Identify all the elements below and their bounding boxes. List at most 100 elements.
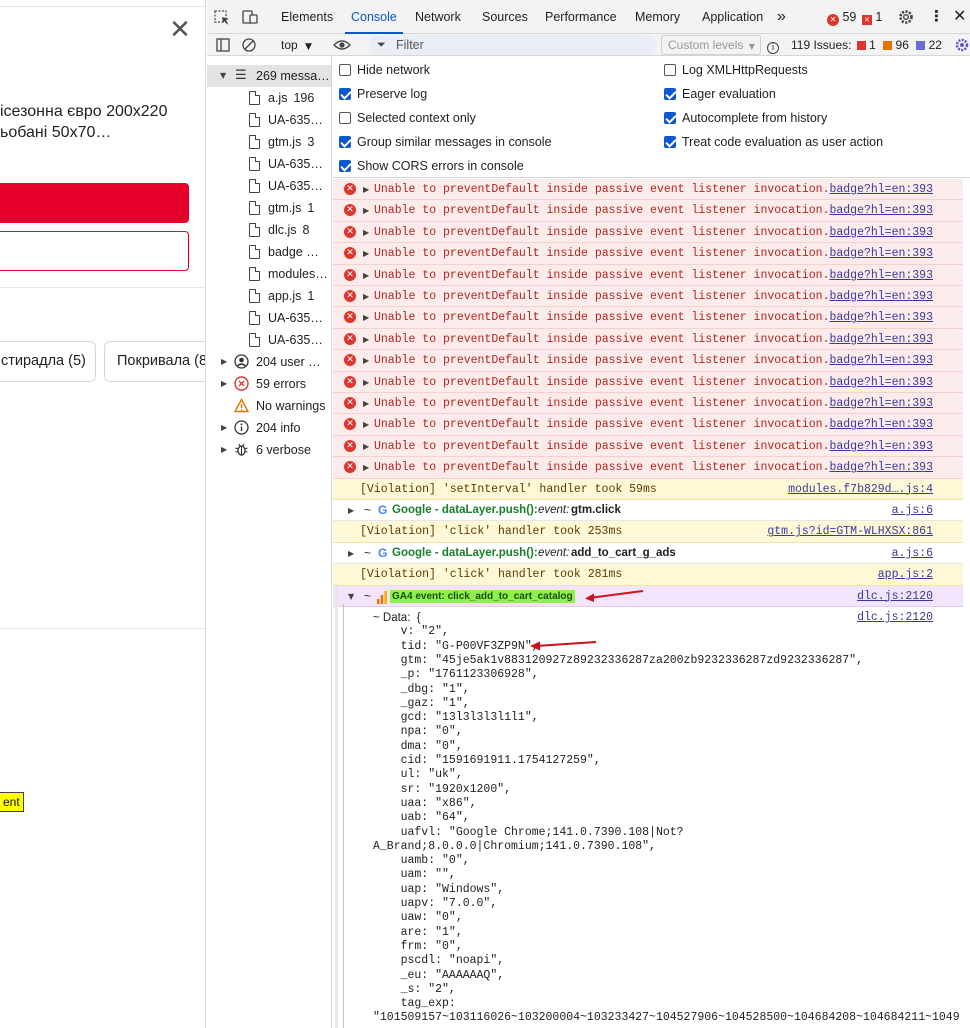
message-source-link[interactable]: badge?hl=en:393 <box>829 436 933 457</box>
close-icon[interactable]: ✕ <box>168 17 192 43</box>
console-error-row[interactable]: ✕ ▶ Unable to preventDefault inside passiv… <box>333 371 963 393</box>
sidebar-item-file[interactable]: UA-635… <box>207 307 331 329</box>
data-object-header[interactable]: ~ Data: { <box>373 611 421 625</box>
checkbox[interactable] <box>339 160 351 172</box>
message-source-link[interactable]: dlc.js:2120 <box>857 611 933 625</box>
expand-arrow-icon[interactable]: ▶ <box>363 372 369 393</box>
sidebar-item-file[interactable]: UA-635… <box>207 175 331 197</box>
message-source-link[interactable]: badge?hl=en:393 <box>829 200 933 221</box>
expand-arrow-icon[interactable]: ▶ <box>221 373 227 395</box>
checkbox[interactable] <box>339 64 351 76</box>
sidebar-item-file[interactable]: badge … <box>207 241 331 263</box>
console-error-row[interactable]: ✕ ▶ Unable to preventDefault inside passiv… <box>333 243 963 265</box>
message-source-link[interactable]: app.js:2 <box>878 564 933 585</box>
console-error-row[interactable]: ✕ ▶ Unable to preventDefault inside passiv… <box>333 414 963 436</box>
kebab-menu-icon[interactable]: ⋮ <box>929 0 944 34</box>
issues-counter[interactable]: 119 Issues: 1 96 22 <box>791 34 942 56</box>
sidebar-item-errors[interactable]: ▶ 59 errors <box>207 373 331 395</box>
log-levels-dropdown[interactable]: Custom levels ▼ <box>661 35 761 55</box>
message-source-link[interactable]: badge?hl=en:393 <box>829 307 933 328</box>
console-group-row[interactable]: ▶ ~ G Google - dataLayer.push(): event: add_t… <box>333 542 963 565</box>
checkbox[interactable] <box>664 112 676 124</box>
expand-arrow-icon[interactable]: ▶ <box>363 414 369 435</box>
expand-arrow-icon[interactable]: ▶ <box>221 351 227 373</box>
inspect-element-icon[interactable] <box>213 0 231 34</box>
add-to-cart-button[interactable] <box>0 183 189 223</box>
expand-arrow-icon[interactable]: ▶ <box>221 439 227 461</box>
console-group-row[interactable]: ▶ ~ G Google - dataLayer.push(): event: gtm.c… <box>333 500 963 522</box>
clear-console-icon[interactable] <box>241 34 257 56</box>
sidebar-item-file[interactable]: dlc.js 8 <box>207 219 331 241</box>
sidebar-item-file[interactable]: app.js 1 <box>207 285 331 307</box>
sidebar-item-info[interactable]: ▶ 204 info <box>207 417 331 439</box>
tab-application[interactable]: Application <box>702 0 763 34</box>
sidebar-toggle-icon[interactable] <box>215 34 231 56</box>
console-error-row[interactable]: ✕ ▶ Unable to preventDefault inside passiv… <box>333 200 963 222</box>
sidebar-item-verbose[interactable]: ▶ 6 verbose <box>207 439 331 461</box>
message-source-link[interactable]: badge?hl=en:393 <box>829 414 933 435</box>
sidebar-item-file[interactable]: gtm.js 1 <box>207 197 331 219</box>
message-source-link[interactable]: badge?hl=en:393 <box>829 243 933 264</box>
message-source-link[interactable]: badge?hl=en:393 <box>829 457 933 478</box>
console-error-row[interactable]: ✕ ▶ Unable to preventDefault inside passiv… <box>333 457 963 479</box>
message-source-link[interactable]: a.js:6 <box>892 500 933 521</box>
message-source-link[interactable]: a.js:6 <box>892 543 933 564</box>
console-ga4-row[interactable]: ▼ ~ GA4 event: click_add_to_cart_catalog dl… <box>333 585 963 607</box>
expand-arrow-icon[interactable]: ▶ <box>363 200 369 221</box>
console-error-row[interactable]: ✕ ▶ Unable to preventDefault inside passiv… <box>333 393 963 415</box>
expand-arrow-icon[interactable]: ▶ <box>363 243 369 264</box>
expand-arrow-icon[interactable]: ▶ <box>348 500 354 521</box>
expand-arrow-icon[interactable]: ▼ <box>220 65 226 87</box>
live-expression-eye-icon[interactable] <box>332 34 352 56</box>
console-settings-gear-icon[interactable] <box>954 34 970 56</box>
tab-network[interactable]: Network <box>415 0 461 34</box>
message-source-link[interactable]: badge?hl=en:393 <box>829 372 933 393</box>
message-source-link[interactable]: modules.f7b829d….js:4 <box>788 479 933 500</box>
console-violation-row[interactable]: [Violation] 'click' handler took 253ms gt… <box>333 521 963 543</box>
expand-arrow-icon[interactable]: ▶ <box>363 265 369 286</box>
tab-console[interactable]: Console <box>345 0 403 34</box>
info-icon[interactable]: i <box>767 34 779 56</box>
settings-gear-icon[interactable] <box>897 0 915 34</box>
checkbox[interactable] <box>664 136 676 148</box>
console-error-row[interactable]: ✕ ▶ Unable to preventDefault inside passiv… <box>333 350 963 372</box>
message-source-link[interactable]: badge?hl=en:393 <box>829 286 933 307</box>
checkbox[interactable] <box>664 88 676 100</box>
device-toolbar-icon[interactable] <box>240 0 260 34</box>
context-selector[interactable]: top ▼ <box>281 34 312 56</box>
console-error-row[interactable]: ✕ ▶ Unable to preventDefault inside passiv… <box>333 179 963 201</box>
collapse-arrow-icon[interactable]: ▼ <box>348 586 354 607</box>
expand-arrow-icon[interactable]: ▶ <box>363 222 369 243</box>
sidebar-item-file[interactable]: gtm.js 3 <box>207 131 331 153</box>
error-counter[interactable]: ✕ 59 ✕ 1 <box>827 0 882 34</box>
expand-arrow-icon[interactable]: ▶ <box>363 329 369 350</box>
expand-arrow-icon[interactable]: ▶ <box>363 457 369 478</box>
expand-arrow-icon[interactable]: ▶ <box>363 179 369 200</box>
console-error-row[interactable]: ✕ ▶ Unable to preventDefault inside passiv… <box>333 264 963 286</box>
more-tabs-icon[interactable]: » <box>777 0 786 34</box>
tab-sources[interactable]: Sources <box>482 0 528 34</box>
console-violation-row[interactable]: [Violation] 'setInterval' handler took 5… <box>333 478 963 500</box>
message-source-link[interactable]: badge?hl=en:393 <box>829 350 933 371</box>
close-devtools-icon[interactable]: ✕ <box>953 0 966 34</box>
tab-memory[interactable]: Memory <box>635 0 680 34</box>
expand-arrow-icon[interactable]: ▶ <box>363 286 369 307</box>
category-chip-bedsheets[interactable]: стирадла (5) <box>0 341 96 382</box>
checkbox[interactable] <box>339 88 351 100</box>
expand-arrow-icon[interactable]: ▶ <box>363 393 369 414</box>
message-source-link[interactable]: badge?hl=en:393 <box>829 393 933 414</box>
secondary-action-button[interactable] <box>0 231 189 271</box>
tab-performance[interactable]: Performance <box>545 0 617 34</box>
expand-arrow-icon[interactable]: ▶ <box>363 350 369 371</box>
expand-arrow-icon[interactable]: ▶ <box>363 436 369 457</box>
sidebar-item-warnings[interactable]: No warnings <box>207 395 331 417</box>
sidebar-item-file[interactable]: modules… <box>207 263 331 285</box>
expand-arrow-icon[interactable]: ▶ <box>221 417 227 439</box>
category-chip-bedspreads[interactable]: Покривала (8 <box>104 341 205 382</box>
sidebar-item-file[interactable]: UA-635… <box>207 329 331 351</box>
sidebar-item-list[interactable]: ▼ ☰ 269 messa… <box>207 65 331 87</box>
sidebar-item-file[interactable]: UA-635… <box>207 153 331 175</box>
filter-input[interactable]: ⏷ Filter <box>369 35 657 55</box>
console-violation-row[interactable]: [Violation] 'click' handler took 281ms ap… <box>333 564 963 586</box>
checkbox[interactable] <box>339 112 351 124</box>
